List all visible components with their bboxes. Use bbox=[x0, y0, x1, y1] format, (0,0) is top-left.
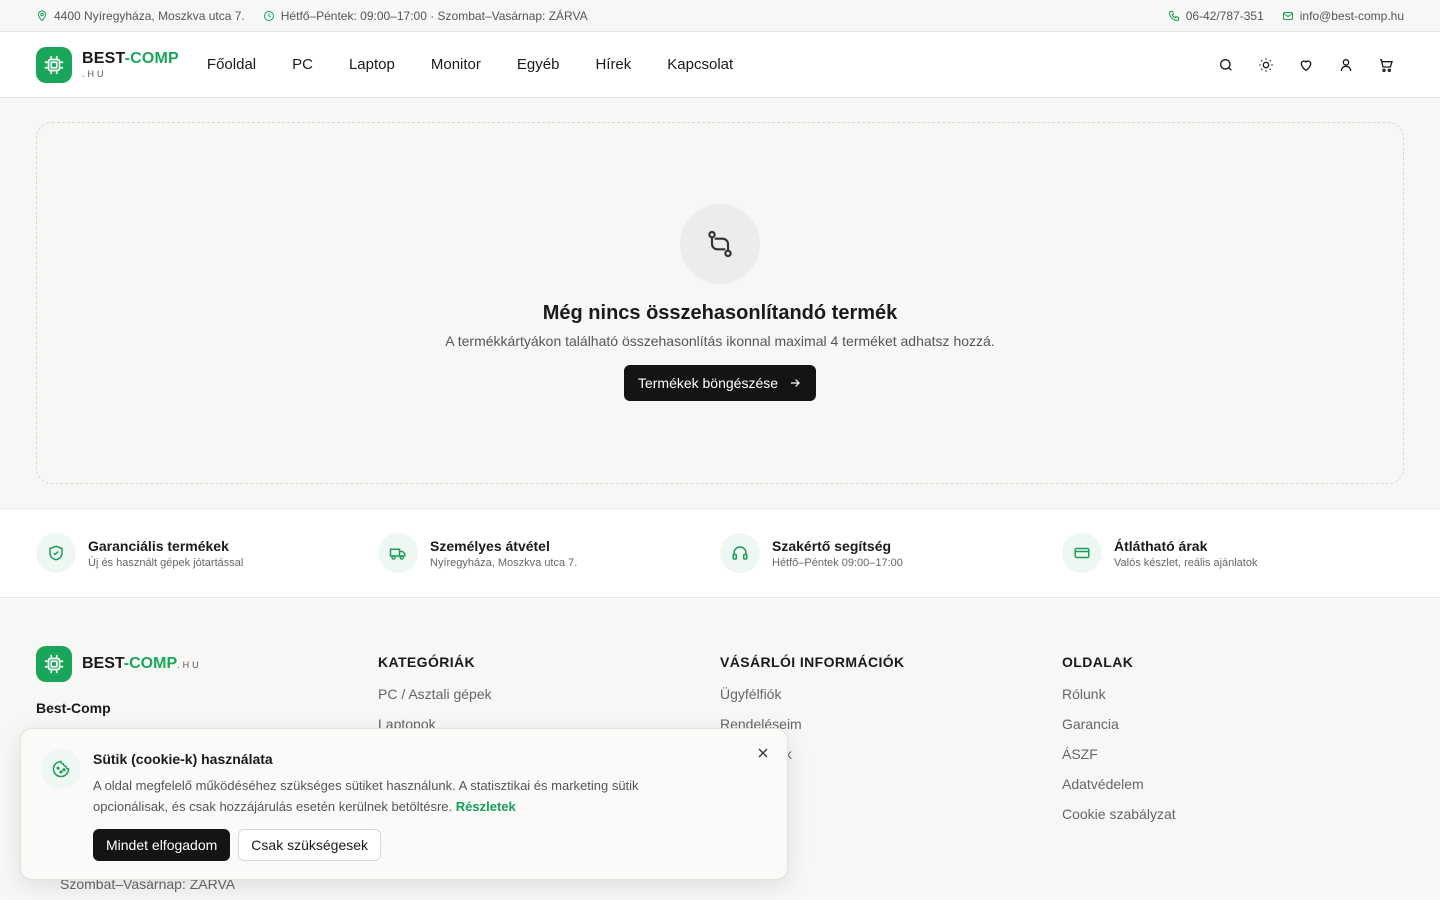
footer-link[interactable]: Cookie szabályzat bbox=[1062, 806, 1404, 822]
theme-sun-icon[interactable] bbox=[1256, 55, 1276, 75]
chip-logo-icon bbox=[36, 646, 72, 682]
search-icon[interactable] bbox=[1216, 55, 1236, 75]
empty-state-title: Még nincs összehasonlítandó termék bbox=[542, 302, 898, 324]
top-info-bar: 4400 Nyíregyháza, Moszkva utca 7. Hétfő–… bbox=[0, 0, 1440, 32]
chip-logo-icon bbox=[36, 46, 72, 83]
nav-item-laptop[interactable]: Laptop bbox=[349, 56, 395, 73]
footer-link[interactable]: Ügyfélfiók bbox=[720, 686, 1062, 702]
cart-icon[interactable] bbox=[1376, 55, 1396, 75]
truck-icon bbox=[378, 533, 418, 573]
compare-icon bbox=[680, 204, 760, 284]
arrow-right-icon bbox=[788, 376, 802, 390]
brand-tld: .HU bbox=[82, 68, 107, 79]
empty-state-subtitle: A termékkártyákon található összehasonlí… bbox=[445, 333, 995, 349]
footer-link[interactable]: Garancia bbox=[1062, 716, 1404, 732]
feature-support: Szakértő segítség Hétfő–Péntek 09:00–17:0… bbox=[720, 533, 1062, 573]
nav-item-other[interactable]: Egyéb bbox=[517, 56, 560, 73]
nav-item-home[interactable]: Főoldal bbox=[207, 56, 256, 73]
wishlist-heart-icon[interactable] bbox=[1296, 55, 1316, 75]
mail-icon bbox=[1282, 10, 1294, 22]
feature-pickup: Személyes átvétel Nyíregyháza, Moszkva ut… bbox=[378, 533, 720, 573]
cookie-details-link[interactable]: Részletek bbox=[456, 799, 516, 814]
cookie-icon bbox=[41, 749, 81, 789]
address-info: 4400 Nyíregyháza, Moszkva utca 7. bbox=[36, 9, 245, 23]
email-link[interactable]: info@best-comp.hu bbox=[1282, 9, 1404, 23]
cookie-banner: Sütik (cookie-k) használata A oldal megf… bbox=[20, 728, 788, 880]
footer-company-name: Best-Comp bbox=[36, 700, 111, 716]
feature-warranty: Garanciális termékek Új és használt gépek… bbox=[36, 533, 378, 573]
accept-all-cookies-button[interactable]: Mindet elfogadom bbox=[93, 829, 231, 861]
empty-state: Még nincs összehasonlítandó termék A ter… bbox=[36, 122, 1404, 484]
necessary-cookies-button[interactable]: Csak szükségesek bbox=[238, 829, 382, 861]
feature-pricing: Átlátható árak Valós készlet, reális aján… bbox=[1062, 533, 1404, 573]
nav-item-pc[interactable]: PC bbox=[292, 56, 313, 73]
map-pin-icon bbox=[36, 10, 48, 22]
clock-icon bbox=[263, 10, 275, 22]
shield-check-icon bbox=[36, 533, 76, 573]
cookie-text: A oldal megfelelő működéséhez szükséges … bbox=[93, 778, 639, 814]
nav-item-monitor[interactable]: Monitor bbox=[431, 56, 481, 73]
phone-link[interactable]: 06-42/787-351 bbox=[1168, 9, 1264, 23]
brand-name-b: -COMP bbox=[124, 49, 179, 67]
features-strip: Garanciális termékek Új és használt gépek… bbox=[0, 508, 1440, 598]
footer-col-pages: OLDALAK Rólunk Garancia ÁSZF Adatvédelem… bbox=[1062, 646, 1404, 838]
credit-card-icon bbox=[1062, 533, 1102, 573]
nav-item-news[interactable]: Hírek bbox=[595, 56, 631, 73]
footer-link[interactable]: ÁSZF bbox=[1062, 746, 1404, 762]
browse-products-label: Termékek böngészése bbox=[637, 375, 779, 391]
site-header: BEST-COMP .HU Főoldal PC Laptop Monitor … bbox=[0, 32, 1440, 98]
close-icon[interactable] bbox=[755, 745, 771, 761]
opening-hours-info: Hétfő–Péntek: 09:00–17:00 · Szombat–Vasá… bbox=[263, 9, 588, 23]
nav-item-contact[interactable]: Kapcsolat bbox=[667, 56, 733, 73]
brand-name-a: BEST bbox=[82, 49, 125, 67]
cookie-title: Sütik (cookie-k) használata bbox=[93, 751, 273, 767]
main-nav: Főoldal PC Laptop Monitor Egyéb Hírek Ka… bbox=[207, 56, 733, 73]
footer-link[interactable]: PC / Asztali gépek bbox=[378, 686, 720, 702]
browse-products-button[interactable]: Termékek böngészése bbox=[623, 365, 817, 401]
site-logo[interactable]: BEST-COMP .HU bbox=[36, 46, 179, 83]
phone-icon bbox=[1168, 10, 1180, 22]
account-user-icon[interactable] bbox=[1336, 55, 1356, 75]
footer-link[interactable]: Rólunk bbox=[1062, 686, 1404, 702]
footer-link[interactable]: Adatvédelem bbox=[1062, 776, 1404, 792]
compare-page: Még nincs összehasonlítandó termék A ter… bbox=[0, 98, 1440, 508]
headphones-icon bbox=[720, 533, 760, 573]
